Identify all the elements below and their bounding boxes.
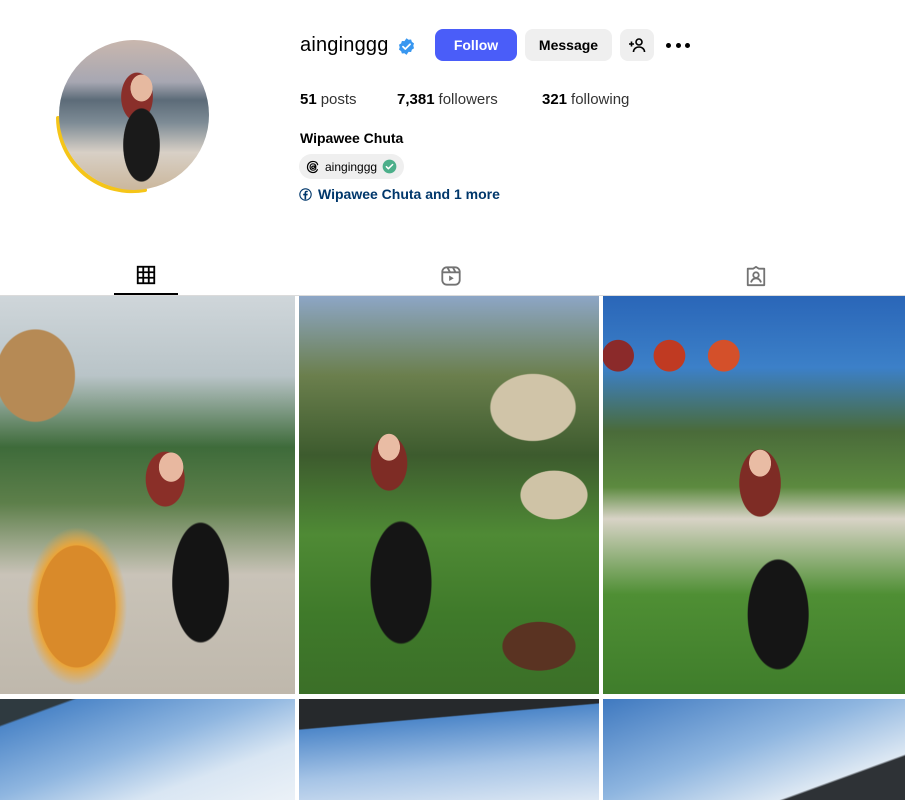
profile-avatar[interactable] xyxy=(50,38,212,200)
threads-handle: ainginggg xyxy=(325,159,378,174)
post-thumbnail[interactable] xyxy=(299,296,599,694)
tab-reels[interactable] xyxy=(420,256,482,295)
post-thumbnail[interactable] xyxy=(0,699,295,800)
post-thumbnail[interactable] xyxy=(603,699,905,800)
threads-verified-icon xyxy=(382,159,397,174)
profile-tabs xyxy=(0,256,905,296)
threads-badge[interactable]: ainginggg xyxy=(299,154,405,179)
grid-icon xyxy=(136,265,156,284)
post-thumbnail[interactable] xyxy=(0,296,295,694)
facebook-icon xyxy=(299,187,312,201)
more-options-button[interactable] xyxy=(666,38,690,52)
profile-full-name: Wipawee Chuta xyxy=(300,130,404,146)
message-button[interactable]: Message xyxy=(525,29,612,61)
facebook-link[interactable]: Wipawee Chuta and 1 more xyxy=(299,186,500,202)
verified-badge-icon xyxy=(398,38,415,55)
suggest-user-button[interactable] xyxy=(620,29,654,61)
more-dots-icon xyxy=(666,42,671,48)
post-thumbnail[interactable] xyxy=(299,699,599,800)
avatar xyxy=(59,40,209,190)
following-link[interactable]: 321 following xyxy=(542,91,629,108)
follow-button[interactable]: Follow xyxy=(435,29,517,61)
reels-icon xyxy=(441,265,461,286)
tab-posts[interactable] xyxy=(114,256,178,295)
followers-link[interactable]: 7,381 followers xyxy=(397,91,498,108)
post-thumbnail[interactable] xyxy=(603,296,905,694)
posts-count: 51 posts xyxy=(300,91,357,108)
facebook-link-label: Wipawee Chuta and 1 more xyxy=(318,186,500,202)
threads-icon xyxy=(306,160,319,173)
tagged-icon xyxy=(746,265,766,286)
profile-username: ainginggg xyxy=(300,34,389,56)
tab-tagged[interactable] xyxy=(725,256,787,295)
add-user-icon xyxy=(629,38,646,53)
